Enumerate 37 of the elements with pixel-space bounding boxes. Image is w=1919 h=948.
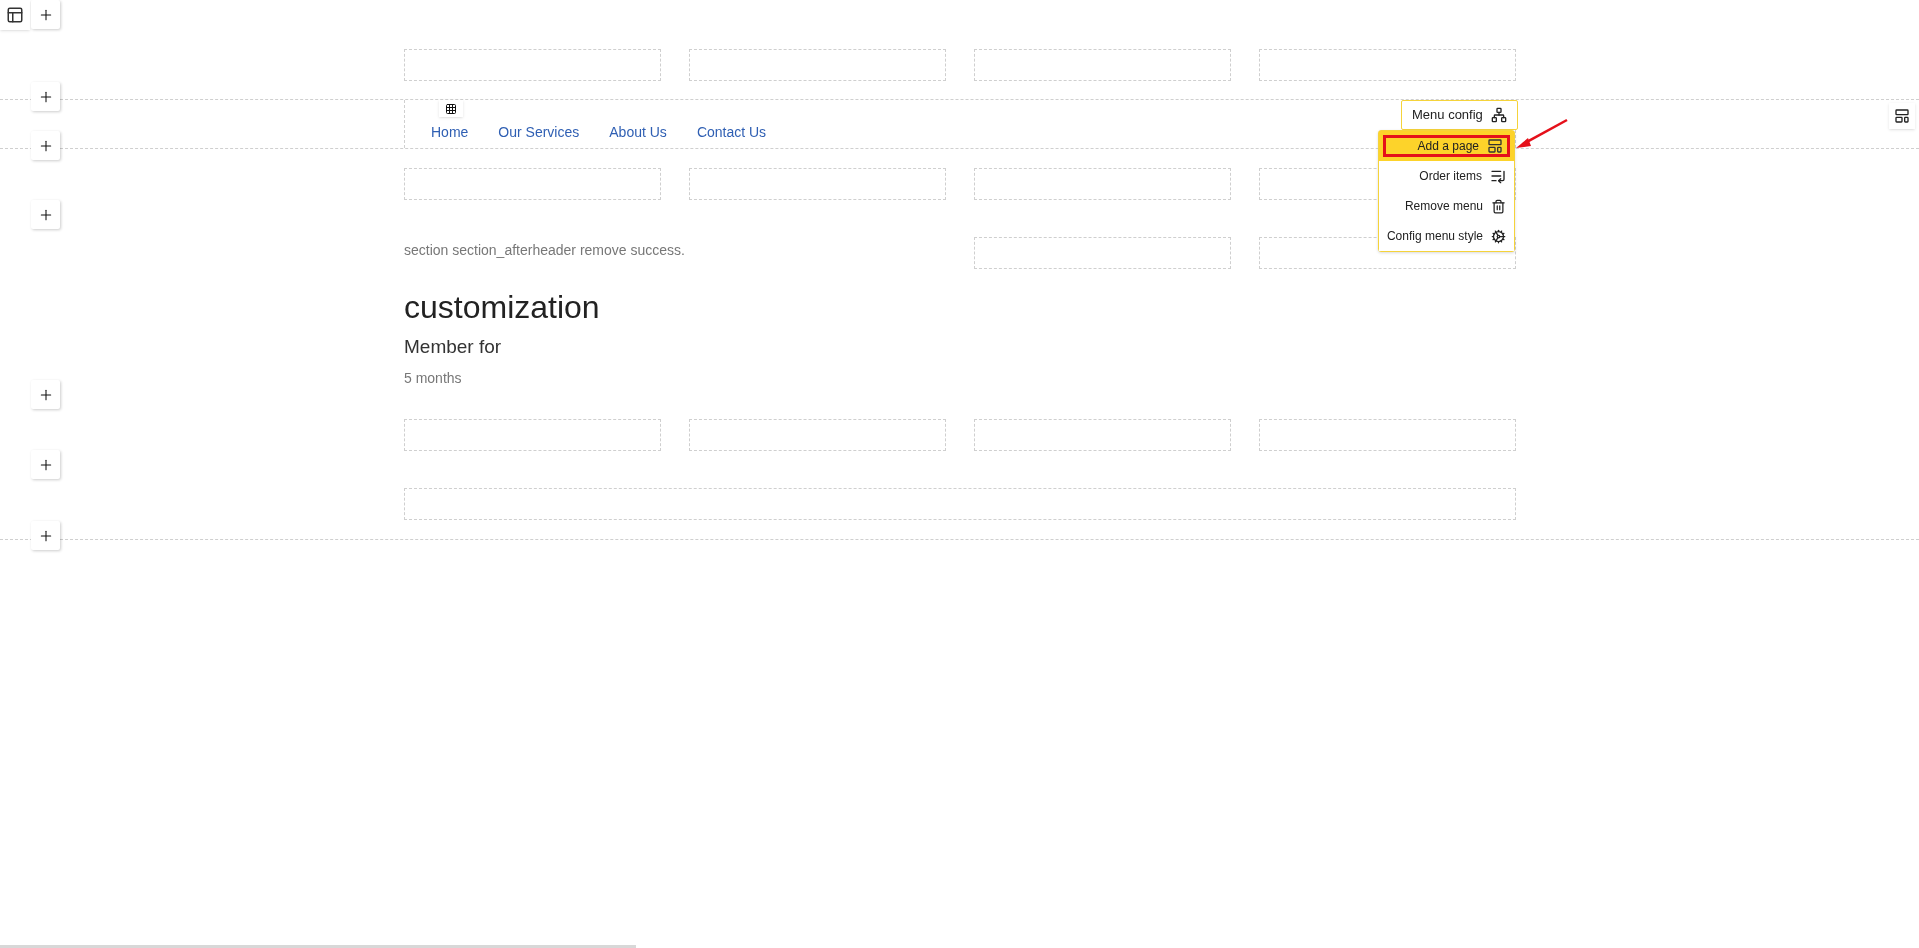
add-section-button[interactable]: [31, 82, 60, 111]
nav-link[interactable]: Our Services: [498, 122, 580, 142]
layout-toggle[interactable]: [0, 0, 30, 30]
add-section-button[interactable]: [31, 521, 60, 550]
trash-icon: [1491, 198, 1506, 214]
menu-item-label: Remove menu: [1404, 198, 1483, 215]
nav-link[interactable]: About Us: [609, 122, 667, 142]
menu-item-label: Add a page: [1417, 138, 1479, 155]
page-heading: customization: [404, 288, 601, 327]
add-section-button[interactable]: [31, 131, 60, 160]
scrollbar[interactable]: [0, 945, 636, 948]
nav-link[interactable]: Home: [431, 122, 469, 142]
layout-icon: [1487, 138, 1503, 154]
add-section-button[interactable]: [31, 380, 60, 409]
menu-item[interactable]: Order items: [1379, 161, 1514, 191]
menu-item[interactable]: Remove menu: [1379, 191, 1514, 221]
pointer-arrow: [1515, 118, 1569, 150]
gears-icon: [1491, 228, 1506, 244]
settings-toggle[interactable]: [1889, 103, 1915, 129]
add-section-button[interactable]: [31, 200, 60, 229]
window-icon: [1894, 108, 1910, 124]
menu-config-button[interactable]: Menu config: [1401, 100, 1518, 130]
menu-item[interactable]: Config menu style: [1379, 221, 1514, 251]
menu-item[interactable]: Add a page: [1379, 131, 1514, 161]
list-icon: [1490, 168, 1506, 184]
menu-item-label: Order items: [1419, 168, 1482, 185]
nav-link[interactable]: Contact Us: [696, 122, 767, 142]
grid-icon: [445, 102, 457, 115]
menu-item-label: Config menu style: [1386, 228, 1483, 245]
membership-duration: 5 months: [404, 368, 463, 388]
add-section-button[interactable]: [31, 0, 60, 29]
hierarchy-icon: [1490, 107, 1507, 123]
subheading: Member for: [404, 335, 503, 359]
nav-handle[interactable]: [439, 100, 463, 117]
layout-icon: [6, 6, 24, 24]
status-message: section section_afterheader remove success.: [404, 241, 686, 260]
add-section-button[interactable]: [31, 450, 60, 479]
